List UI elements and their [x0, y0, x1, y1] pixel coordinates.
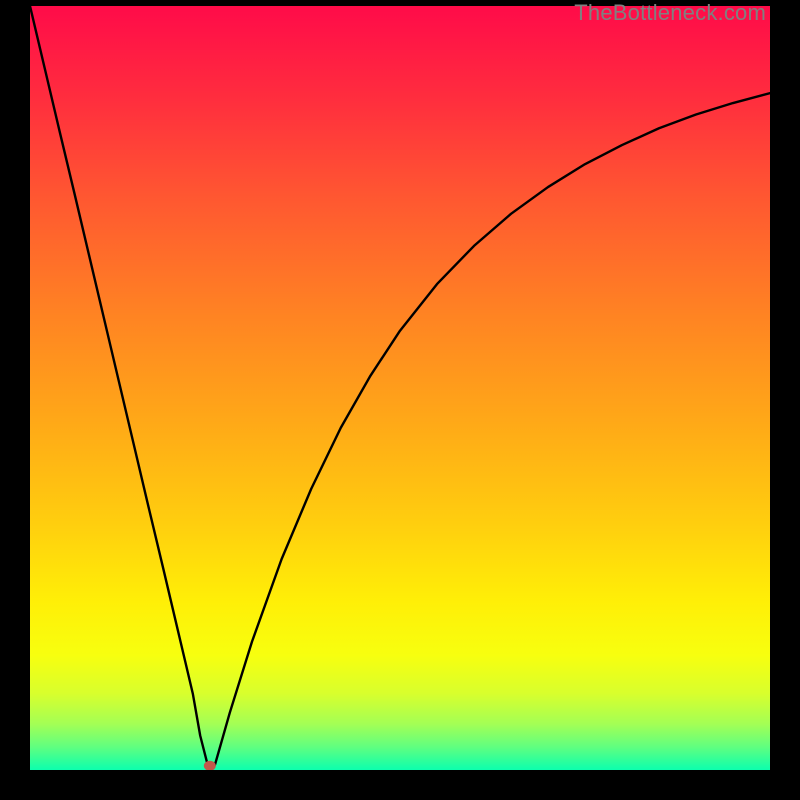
plot-frame [30, 6, 770, 770]
watermark-text: TheBottleneck.com [574, 0, 766, 26]
chart-svg [30, 6, 770, 770]
gradient-bg [30, 6, 770, 770]
chart-stage: TheBottleneck.com [0, 0, 800, 800]
